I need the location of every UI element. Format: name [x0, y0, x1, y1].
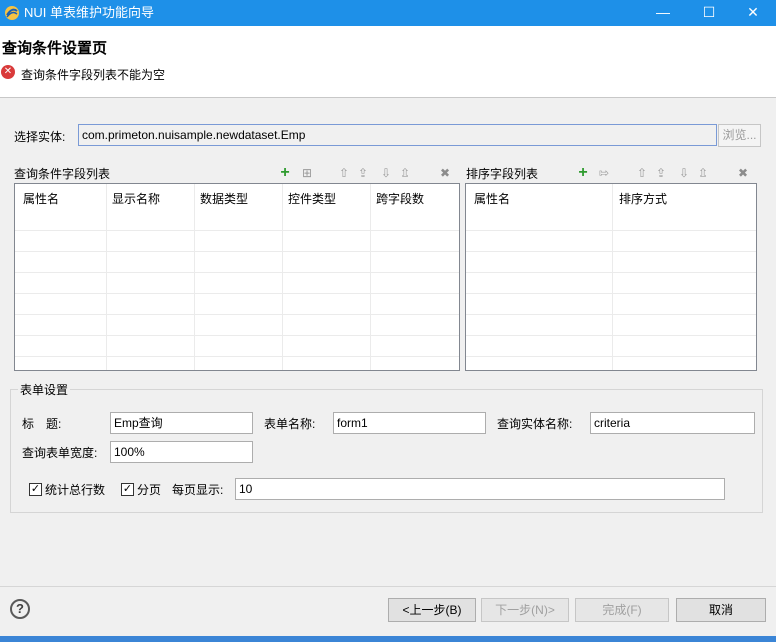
row-divider — [466, 356, 756, 357]
row-divider — [15, 314, 459, 315]
row-divider — [466, 293, 756, 294]
add-icon[interactable]: + — [576, 165, 590, 181]
page-size-label: 每页显示: — [172, 483, 224, 497]
maximize-button[interactable]: ☐ — [686, 0, 732, 26]
row-divider — [466, 272, 756, 273]
window-titlebar: NUI 单表维护功能向导 — ☐ ✕ — [0, 0, 776, 26]
delete-icon[interactable]: ✖ — [736, 166, 750, 180]
browse-button[interactable]: 浏览... — [718, 124, 761, 147]
query-entity-input[interactable]: criteria — [590, 412, 755, 434]
help-icon[interactable]: ? — [10, 599, 30, 619]
column-divider — [370, 184, 371, 370]
column-header[interactable]: 跨字段数 — [376, 190, 424, 207]
count-total-checkbox[interactable]: ✓ — [29, 483, 42, 496]
column-divider — [612, 184, 613, 370]
move-down-icon[interactable]: ⇩ — [379, 166, 393, 180]
query-fields-table[interactable]: 属性名 显示名称 数据类型 控件类型 跨字段数 — [14, 183, 460, 371]
back-button[interactable]: <上一步(B) — [388, 598, 476, 622]
row-divider — [15, 251, 459, 252]
column-header[interactable]: 控件类型 — [288, 190, 336, 207]
move-down-icon[interactable]: ⇩ — [677, 166, 691, 180]
column-header[interactable]: 显示名称 — [112, 190, 160, 207]
count-total-label[interactable]: 统计总行数 — [45, 483, 105, 497]
row-divider — [15, 272, 459, 273]
column-header[interactable]: 排序方式 — [619, 190, 667, 207]
cancel-button[interactable]: 取消 — [676, 598, 766, 622]
close-button[interactable]: ✕ — [730, 0, 776, 26]
query-entity-label: 查询实体名称: — [497, 417, 573, 431]
add-icon[interactable]: + — [278, 165, 292, 181]
bottom-separator — [0, 586, 776, 587]
wizard-header: 查询条件设置页 ✕ 查询条件字段列表不能为空 — [0, 26, 776, 98]
row-divider — [466, 251, 756, 252]
width-input[interactable]: 100% — [110, 441, 253, 463]
column-header[interactable]: 数据类型 — [200, 190, 248, 207]
column-divider — [194, 184, 195, 370]
window-title: NUI 单表维护功能向导 — [24, 5, 155, 20]
move-bottom-icon[interactable]: ⇫ — [398, 166, 412, 180]
next-button[interactable]: 下一步(N)> — [481, 598, 569, 622]
row-divider — [15, 293, 459, 294]
row-divider — [15, 230, 459, 231]
row-divider — [15, 356, 459, 357]
row-divider — [466, 314, 756, 315]
row-divider — [466, 335, 756, 336]
page-size-input[interactable]: 10 — [235, 478, 725, 500]
row-divider — [466, 230, 756, 231]
paging-checkbox[interactable]: ✓ — [121, 483, 134, 496]
error-message: 查询条件字段列表不能为空 — [21, 68, 166, 82]
insert-icon[interactable]: ⇰ — [597, 166, 611, 180]
column-header[interactable]: 属性名 — [474, 190, 510, 207]
error-icon: ✕ — [1, 65, 15, 79]
column-header[interactable]: 属性名 — [23, 190, 59, 207]
entity-field[interactable]: com.primeton.nuisample.newdataset.Emp — [78, 124, 717, 146]
minimize-button[interactable]: — — [640, 0, 686, 26]
query-fields-title: 查询条件字段列表 — [14, 167, 111, 181]
form-name-input[interactable]: form1 — [333, 412, 486, 434]
form-name-label: 表单名称: — [264, 417, 316, 431]
move-top-icon[interactable]: ⇪ — [356, 166, 370, 180]
page-title: 查询条件设置页 — [2, 40, 108, 57]
move-up-icon[interactable]: ⇧ — [635, 166, 649, 180]
width-label: 查询表单宽度: — [22, 446, 98, 460]
insert-icon[interactable]: ⊞ — [300, 166, 314, 180]
title-label: 标 题: — [22, 417, 62, 431]
paging-label[interactable]: 分页 — [137, 483, 161, 497]
move-bottom-icon[interactable]: ⇫ — [696, 166, 710, 180]
title-input[interactable]: Emp查询 — [110, 412, 253, 434]
app-logo-icon — [5, 6, 19, 20]
finish-button[interactable]: 完成(F) — [575, 598, 669, 622]
move-up-icon[interactable]: ⇧ — [337, 166, 351, 180]
sort-fields-table[interactable]: 属性名 排序方式 — [465, 183, 757, 371]
taskbar-edge — [0, 636, 776, 642]
row-divider — [15, 335, 459, 336]
delete-icon[interactable]: ✖ — [438, 166, 452, 180]
column-divider — [106, 184, 107, 370]
move-top-icon[interactable]: ⇪ — [654, 166, 668, 180]
sort-fields-title: 排序字段列表 — [466, 167, 539, 181]
form-settings-title: 表单设置 — [18, 383, 71, 397]
entity-label: 选择实体: — [14, 130, 66, 144]
column-divider — [282, 184, 283, 370]
